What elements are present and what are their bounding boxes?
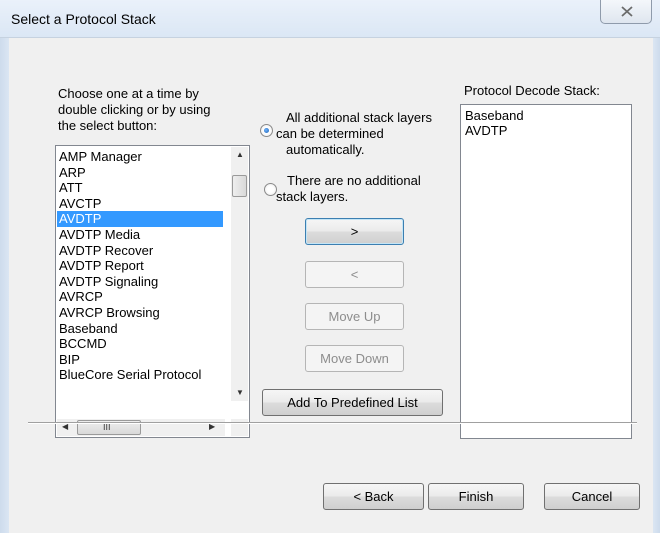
- list-item[interactable]: AMP Manager: [57, 149, 223, 165]
- radio-auto-label-line-1[interactable]: All additional stack layers: [286, 110, 432, 125]
- radio-none-label-line-1[interactable]: There are no additional: [287, 173, 421, 188]
- scroll-left-icon[interactable]: ◀: [62, 423, 68, 431]
- list-item[interactable]: BlueCore Serial Protocol: [57, 367, 223, 383]
- move-down-button[interactable]: Move Down: [305, 345, 404, 372]
- scroll-up-icon[interactable]: ▲: [236, 151, 244, 159]
- finish-button[interactable]: Finish: [428, 483, 524, 510]
- window-title: Select a Protocol Stack: [11, 11, 156, 27]
- close-button[interactable]: [600, 0, 652, 24]
- radio-auto-label-line-3[interactable]: automatically.: [286, 142, 365, 157]
- list-item[interactable]: Baseband: [57, 321, 223, 337]
- list-item[interactable]: AVRCP Browsing: [57, 305, 223, 321]
- list-item[interactable]: AVRCP: [57, 289, 223, 305]
- list-item[interactable]: AVCTP: [57, 196, 223, 212]
- close-icon: [621, 6, 633, 17]
- move-up-button[interactable]: Move Up: [305, 303, 404, 330]
- instructions-line-1: Choose one at a time by: [58, 86, 199, 101]
- add-to-predefined-list-button[interactable]: Add To Predefined List: [262, 389, 443, 416]
- decode-stack-listbox[interactable]: Baseband AVDTP: [460, 104, 632, 439]
- window-frame-left: [0, 38, 9, 533]
- decode-stack-item[interactable]: AVDTP: [461, 123, 631, 138]
- window-frame-right: [653, 38, 660, 533]
- scroll-right-icon[interactable]: ▶: [209, 423, 215, 431]
- radio-auto-label-line-2[interactable]: can be determined: [276, 126, 384, 141]
- separator: [28, 422, 637, 424]
- list-item[interactable]: ATT: [57, 180, 223, 196]
- list-item[interactable]: AVDTP Report: [57, 258, 223, 274]
- list-item[interactable]: AVDTP Recover: [57, 243, 223, 259]
- vertical-scroll-thumb[interactable]: [232, 175, 247, 197]
- add-protocol-button[interactable]: >: [305, 218, 404, 245]
- title-bar[interactable]: Select a Protocol Stack: [0, 0, 660, 38]
- instructions-line-3: the select button:: [58, 118, 158, 133]
- scroll-down-icon[interactable]: ▼: [236, 389, 244, 397]
- list-item-selected[interactable]: AVDTP: [57, 211, 223, 227]
- cancel-button[interactable]: Cancel: [544, 483, 640, 510]
- back-button[interactable]: < Back: [323, 483, 424, 510]
- dialog-window: Select a Protocol Stack Choose one at a …: [0, 0, 660, 533]
- instructions-line-2: double clicking or by using: [58, 102, 211, 117]
- list-item[interactable]: ARP: [57, 165, 223, 181]
- list-item[interactable]: BCCMD: [57, 336, 223, 352]
- decode-stack-item[interactable]: Baseband: [461, 108, 631, 123]
- decode-stack-label: Protocol Decode Stack:: [464, 83, 600, 98]
- radio-auto-detect[interactable]: [260, 124, 273, 137]
- list-item[interactable]: BIP: [57, 352, 223, 368]
- list-item[interactable]: AVDTP Signaling: [57, 274, 223, 290]
- protocol-list-items: AMP Manager ARP ATT AVCTP AVDTP AVDTP Me…: [57, 149, 223, 383]
- radio-none-label-line-2[interactable]: stack layers.: [276, 189, 348, 204]
- list-item[interactable]: AVDTP Media: [57, 227, 223, 243]
- remove-protocol-button[interactable]: <: [305, 261, 404, 288]
- vertical-scrollbar[interactable]: ▲ ▼: [231, 147, 248, 401]
- protocol-listbox[interactable]: AMP Manager ARP ATT AVCTP AVDTP AVDTP Me…: [55, 145, 250, 438]
